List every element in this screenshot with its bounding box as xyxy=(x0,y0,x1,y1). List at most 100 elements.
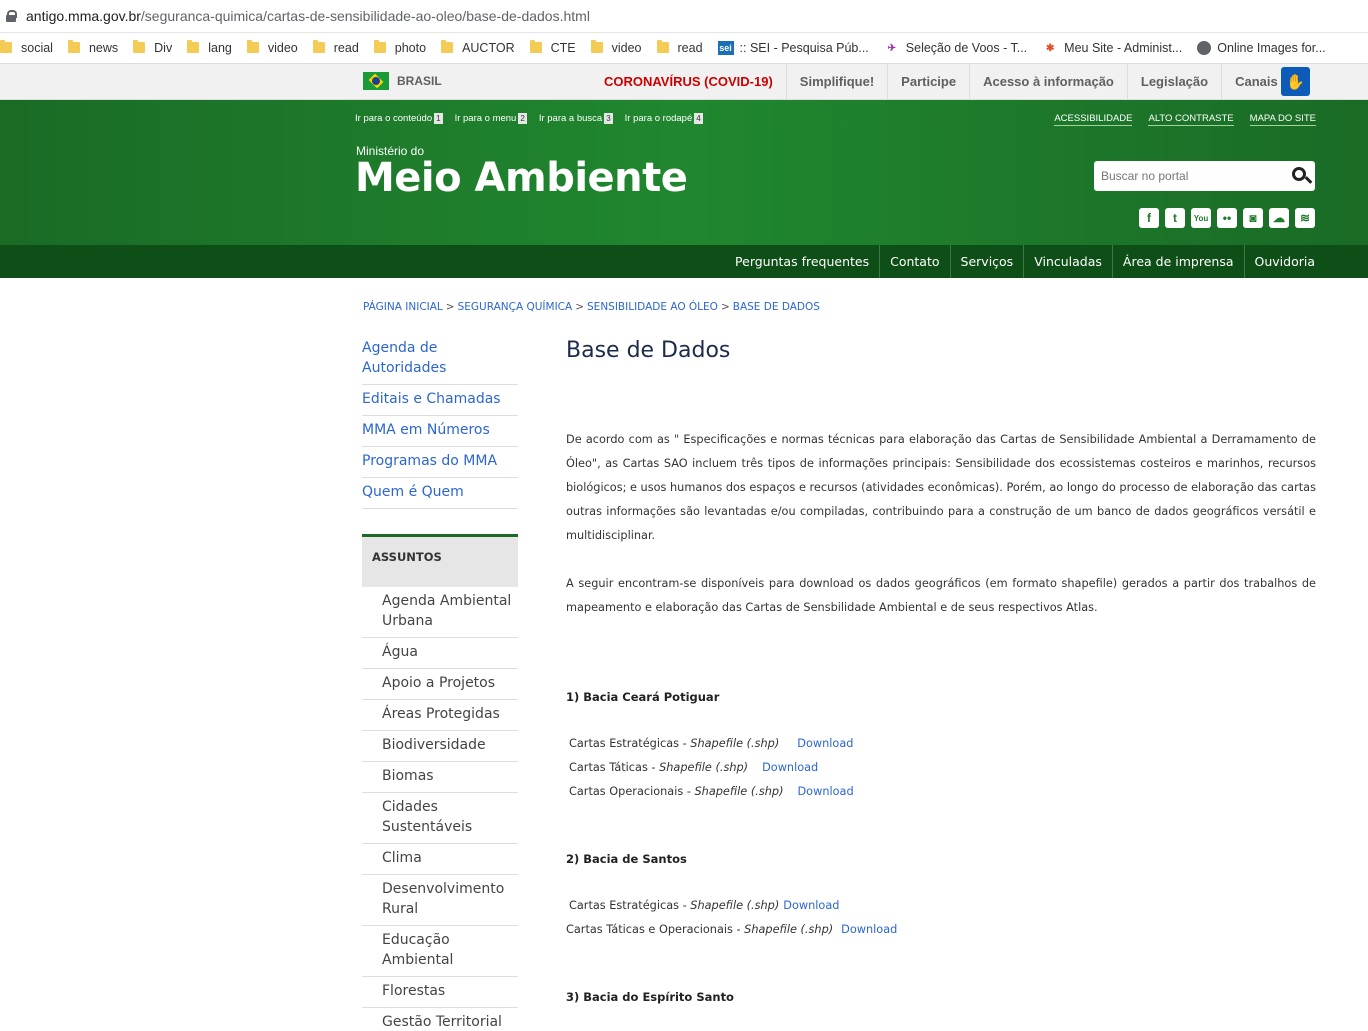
folder-icon xyxy=(246,39,259,53)
bookmark-folder[interactable]: read xyxy=(312,39,366,55)
globe-icon xyxy=(1197,41,1212,55)
assunto-item[interactable]: Água xyxy=(362,638,518,669)
download-link[interactable]: Download xyxy=(762,761,818,774)
assunto-item[interactable]: Cidades Sustentáveis xyxy=(362,793,518,844)
site-header: Ir para o conteúdo 1 Ir para o menu 2 Ir p… xyxy=(0,100,1368,245)
download-link[interactable]: Download xyxy=(841,923,897,936)
skip-links: Ir para o conteúdo 1 Ir para o menu 2 Ir p… xyxy=(355,113,715,124)
nav-ouvidoria[interactable]: Ouvidoria xyxy=(1243,245,1315,278)
instagram-icon[interactable]: ◙ xyxy=(1243,208,1263,228)
breadcrumb-seguranca[interactable]: SEGURANÇA QUÍMICA xyxy=(458,301,573,313)
folder-icon xyxy=(529,39,542,53)
bookmark-folder[interactable]: video xyxy=(590,39,649,55)
bookmark-folder[interactable]: video xyxy=(246,39,305,55)
gov-link-simplifique[interactable]: Simplifique! xyxy=(785,64,887,99)
main-content: Base de Dados De acordo com as " Especif… xyxy=(566,338,1316,1031)
link-alto-contraste[interactable]: ALTO CONTRASTE xyxy=(1148,113,1234,126)
gov-link-covid[interactable]: CORONAVÍRUS (COVID-19) xyxy=(591,64,786,99)
bookmark-folder[interactable]: Div xyxy=(133,39,179,55)
breadcrumb-current[interactable]: BASE DE DADOS xyxy=(733,301,820,313)
search-box xyxy=(1094,161,1315,191)
download-link[interactable]: Download xyxy=(797,785,853,798)
gov-link-participe[interactable]: Participe xyxy=(887,64,969,99)
download-intro-paragraph: A seguir encontram-se disponíveis para d… xyxy=(566,577,1316,614)
facebook-icon[interactable]: f xyxy=(1139,208,1159,228)
assunto-item[interactable]: Biodiversidade xyxy=(362,731,518,762)
sidebar-item-programas[interactable]: Programas do MMA xyxy=(362,447,518,478)
search-icon[interactable] xyxy=(1292,167,1306,181)
brazil-flag-icon xyxy=(363,72,389,90)
bookmark-folder[interactable]: social xyxy=(0,39,60,55)
section-title: 3) Bacia do Espírito Santo xyxy=(566,990,734,1004)
download-link[interactable]: Download xyxy=(783,899,839,912)
skip-link-content[interactable]: Ir para o conteúdo 1 xyxy=(355,113,443,124)
nav-perguntas[interactable]: Perguntas frequentes xyxy=(725,245,879,278)
accessibility-links: ACESSIBILIDADE ALTO CONTRASTE MAPA DO SI… xyxy=(1038,113,1316,126)
folder-icon xyxy=(656,39,669,53)
address-bar[interactable]: antigo.mma.gov.br/seguranca-quimica/cart… xyxy=(0,0,1368,33)
lock-icon xyxy=(6,10,17,22)
site-title[interactable]: Meio Ambiente xyxy=(355,155,688,201)
bookmarks-bar: social news Div lang video read photo AUCTOR CTE… xyxy=(0,33,1368,64)
bookmark-folder[interactable]: news xyxy=(67,39,125,55)
download-row: Cartas Táticas - Shapefile (.shp) Downloa… xyxy=(569,761,819,774)
bookmark-folder[interactable]: lang xyxy=(187,39,239,55)
breadcrumb-sensibilidade[interactable]: SENSIBILIDADE AO ÓLEO xyxy=(587,301,718,313)
bookmark-sei[interactable]: sei:: SEI - Pesquisa Púb... xyxy=(717,41,876,55)
sidebar-item-agenda[interactable]: Agenda de Autoridades xyxy=(362,334,518,385)
bookmark-folder[interactable]: read xyxy=(656,39,710,55)
nav-contato[interactable]: Contato xyxy=(879,245,949,278)
assunto-item[interactable]: Áreas Protegidas xyxy=(362,700,518,731)
link-acessibilidade[interactable]: ACESSIBILIDADE xyxy=(1054,113,1133,126)
sidebar-item-numeros[interactable]: MMA em Números xyxy=(362,416,518,447)
gov-link-acesso[interactable]: Acesso à informação xyxy=(969,64,1127,99)
twitter-icon[interactable]: t xyxy=(1165,208,1185,228)
bookmark-images[interactable]: Online Images for... xyxy=(1197,41,1332,55)
folder-icon xyxy=(590,39,603,53)
assunto-item[interactable]: Apoio a Projetos xyxy=(362,669,518,700)
skip-link-menu[interactable]: Ir para o menu 2 xyxy=(455,113,527,124)
nav-vinculadas[interactable]: Vinculadas xyxy=(1023,245,1112,278)
download-row: Cartas Estratégicas - Shapefile (.shp) Do… xyxy=(569,737,854,750)
gov-link-legislacao[interactable]: Legislação xyxy=(1126,64,1221,99)
page-title: Base de Dados xyxy=(566,338,731,363)
assunto-item[interactable]: Gestão Territorial xyxy=(362,1008,518,1031)
flickr-icon[interactable]: •• xyxy=(1217,208,1237,228)
bookmark-folder[interactable]: photo xyxy=(373,39,433,55)
assunto-item[interactable]: Biomas xyxy=(362,762,518,793)
skip-link-search[interactable]: Ir para a busca 3 xyxy=(539,113,613,124)
assunto-item[interactable]: Agenda Ambiental Urbana xyxy=(362,587,518,638)
vlibras-hands-icon[interactable]: ✋ xyxy=(1281,67,1310,96)
section-title: 1) Bacia Ceará Potiguar xyxy=(566,690,720,704)
breadcrumb-home[interactable]: PÁGINA INICIAL xyxy=(363,301,443,313)
nav-imprensa[interactable]: Área de imprensa xyxy=(1111,245,1244,278)
url-host: antigo.mma.gov.br xyxy=(26,8,141,24)
section-title: 2) Bacia de Santos xyxy=(566,852,687,866)
bookmark-folder[interactable]: AUCTOR xyxy=(441,39,522,55)
assunto-item[interactable]: Clima xyxy=(362,844,518,875)
sidebar-item-editais[interactable]: Editais e Chamadas xyxy=(362,385,518,416)
breadcrumb: PÁGINA INICIAL > SEGURANÇA QUÍMICA > SENSIBI… xyxy=(363,301,820,313)
link-mapa-do-site[interactable]: MAPA DO SITE xyxy=(1249,113,1316,126)
assunto-item[interactable]: Educação Ambiental xyxy=(362,926,518,977)
gov-links: CORONAVÍRUS (COVID-19) Simplifique! Part… xyxy=(591,64,1291,99)
bookmark-site[interactable]: ✱ Meu Site - Administ... xyxy=(1042,41,1189,55)
social-links: f t You •• ◙ ☁ ≋ xyxy=(1133,208,1315,228)
gov-brasil-link[interactable]: BRASIL xyxy=(363,72,442,90)
search-input[interactable] xyxy=(1094,169,1274,183)
assunto-item[interactable]: Desenvolvimento Rural xyxy=(362,875,518,926)
download-row: Cartas Operacionais - Shapefile (.shp) Do… xyxy=(569,785,854,798)
service-nav: Perguntas frequentes Contato Serviços Vi… xyxy=(0,245,1368,278)
folder-icon xyxy=(312,39,325,53)
bookmark-folder[interactable]: CTE xyxy=(529,39,583,55)
download-link[interactable]: Download xyxy=(797,737,853,750)
assunto-item[interactable]: Florestas xyxy=(362,977,518,1008)
sidebar-item-quem[interactable]: Quem é Quem xyxy=(362,478,518,509)
youtube-icon[interactable]: You xyxy=(1191,208,1211,228)
download-row: Cartas Estratégicas - Shapefile (.shp) Do… xyxy=(569,899,840,912)
rss-icon[interactable]: ≋ xyxy=(1295,208,1315,228)
bookmark-voos[interactable]: ✈ Seleção de Voos - T... xyxy=(884,41,1034,55)
skip-link-footer[interactable]: Ir para o rodapé 4 xyxy=(625,113,703,124)
nav-servicos[interactable]: Serviços xyxy=(949,245,1024,278)
soundcloud-icon[interactable]: ☁ xyxy=(1269,208,1289,228)
